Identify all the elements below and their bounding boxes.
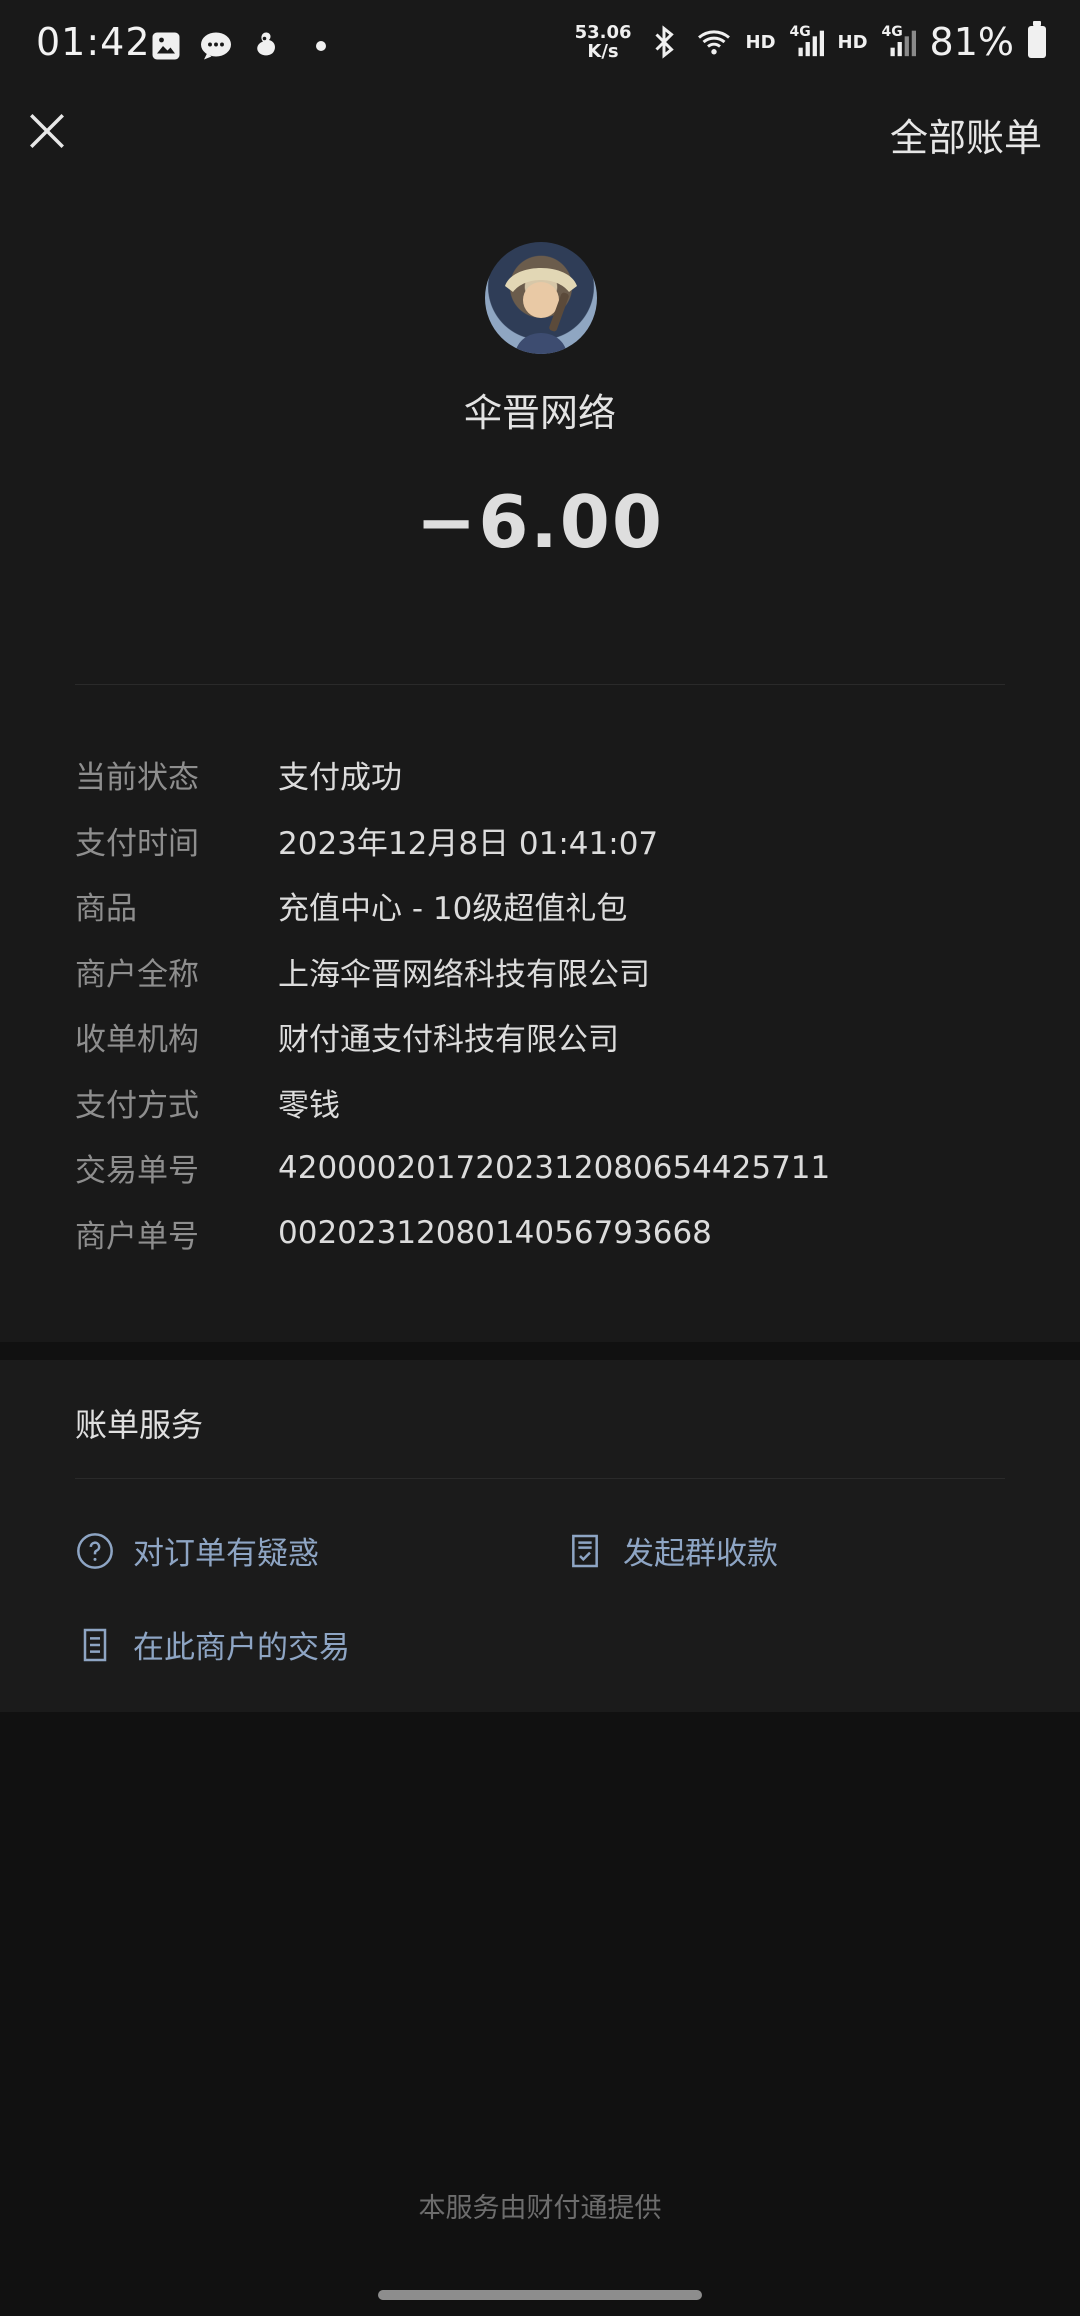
battery-percent: 81% bbox=[929, 20, 1014, 64]
home-indicator[interactable] bbox=[378, 2290, 702, 2300]
detail-value: 零钱 bbox=[278, 1087, 340, 1124]
network-type-1: 4G bbox=[789, 24, 811, 40]
detail-row-acquirer: 收单机构 财付通支付科技有限公司 bbox=[75, 1004, 1005, 1070]
detail-row-time: 支付时间 2023年12月8日 01:41:07 bbox=[75, 808, 1005, 874]
detail-value[interactable]: 0020231208014056793668 bbox=[278, 1215, 712, 1251]
app-icon bbox=[257, 32, 275, 56]
detail-label: 商户全称 bbox=[75, 956, 199, 993]
detail-label: 商户单号 bbox=[75, 1218, 199, 1255]
notification-icons bbox=[148, 28, 326, 64]
detail-value: 2023年12月8日 01:41:07 bbox=[278, 825, 659, 862]
question-icon bbox=[77, 1532, 113, 1569]
merchant-transactions-link[interactable]: 在此商户的交易 bbox=[75, 1622, 350, 1667]
detail-value: 财付通支付科技有限公司 bbox=[278, 1022, 619, 1059]
status-bar: 01:42 53.06 K/s HD 4G HD 4G 81% bbox=[0, 0, 1080, 92]
detail-row-transaction-id: 交易单号 4200002017202312080654425711 bbox=[75, 1135, 1005, 1201]
bluetooth-icon bbox=[654, 25, 674, 59]
merchant-avatar bbox=[485, 242, 597, 354]
detail-label: 商品 bbox=[75, 891, 137, 928]
detail-value: 上海伞晋网络科技有限公司 bbox=[278, 956, 650, 993]
detail-label: 交易单号 bbox=[75, 1153, 199, 1190]
detail-label: 支付方式 bbox=[75, 1087, 199, 1124]
service-title: 账单服务 bbox=[75, 1406, 204, 1444]
hd-badge-1: HD bbox=[745, 31, 776, 53]
payment-amount: −6.00 bbox=[416, 480, 664, 564]
detail-row-status: 当前状态 支付成功 bbox=[75, 742, 1005, 808]
order-question-label: 对订单有疑惑 bbox=[133, 1536, 319, 1572]
provider-note: 本服务由财付通提供 bbox=[418, 2193, 662, 2224]
merchant-transactions-label: 在此商户的交易 bbox=[133, 1630, 350, 1666]
signal-icon: 4G bbox=[790, 24, 824, 60]
detail-row-merchant-full-name: 商户全称 上海伞晋网络科技有限公司 bbox=[75, 939, 1005, 1005]
order-question-link[interactable]: 对订单有疑惑 bbox=[75, 1528, 319, 1573]
bill-service-card: 账单服务 对订单有疑惑 发起群收款 在此商户的交易 bbox=[0, 1360, 1080, 1712]
detail-row-merchant-order-id: 商户单号 0020231208014056793668 bbox=[75, 1201, 1005, 1267]
document-icon bbox=[83, 1628, 107, 1661]
detail-row-payment-method: 支付方式 零钱 bbox=[75, 1070, 1005, 1136]
group-collect-link[interactable]: 发起群收款 bbox=[565, 1528, 778, 1573]
detail-value: 充值中心 - 10级超值礼包 bbox=[278, 891, 628, 928]
image-icon bbox=[152, 32, 180, 60]
detail-label: 当前状态 bbox=[75, 760, 199, 797]
battery-icon bbox=[1028, 21, 1046, 58]
speed-unit: K/s bbox=[587, 41, 619, 62]
detail-row-product: 商品 充值中心 - 10级超值礼包 bbox=[75, 873, 1005, 939]
network-type-2: 4G bbox=[881, 24, 903, 40]
speed-value: 53.06 bbox=[574, 22, 632, 43]
hd-badge-2: HD bbox=[837, 31, 868, 53]
detail-list: 当前状态 支付成功 支付时间 2023年12月8日 01:41:07 商品 充值… bbox=[75, 742, 1005, 1266]
close-icon[interactable] bbox=[26, 110, 68, 152]
service-divider bbox=[75, 1478, 1005, 1479]
all-bills-link[interactable]: 全部账单 bbox=[890, 107, 1042, 162]
detail-label: 收单机构 bbox=[75, 1022, 199, 1059]
more-notifications-dot bbox=[316, 41, 326, 51]
detail-value: 支付成功 bbox=[278, 760, 402, 797]
wifi-icon bbox=[697, 30, 730, 55]
detail-value[interactable]: 4200002017202312080654425711 bbox=[278, 1150, 830, 1186]
status-right: 53.06 K/s HD 4G HD 4G 81% bbox=[575, 20, 1046, 64]
signal-icon-2: 4G bbox=[882, 24, 916, 60]
checklist-icon bbox=[572, 1534, 598, 1567]
status-time: 01:42 bbox=[36, 20, 151, 64]
summary-divider bbox=[75, 684, 1005, 685]
bill-summary: 全部账单 伞晋网络 −6.00 当前状态 支付成功 支付时间 2023年12月8… bbox=[0, 92, 1080, 1342]
merchant-name: 伞晋网络 bbox=[463, 391, 616, 435]
group-collect-label: 发起群收款 bbox=[623, 1536, 778, 1572]
network-speed: 53.06 K/s bbox=[575, 23, 632, 61]
bill-detail-page: 01:42 53.06 K/s HD 4G HD 4G 81% 全部账单 伞晋网… bbox=[0, 0, 1080, 2316]
detail-label: 支付时间 bbox=[75, 825, 199, 862]
chat-icon bbox=[201, 32, 231, 60]
